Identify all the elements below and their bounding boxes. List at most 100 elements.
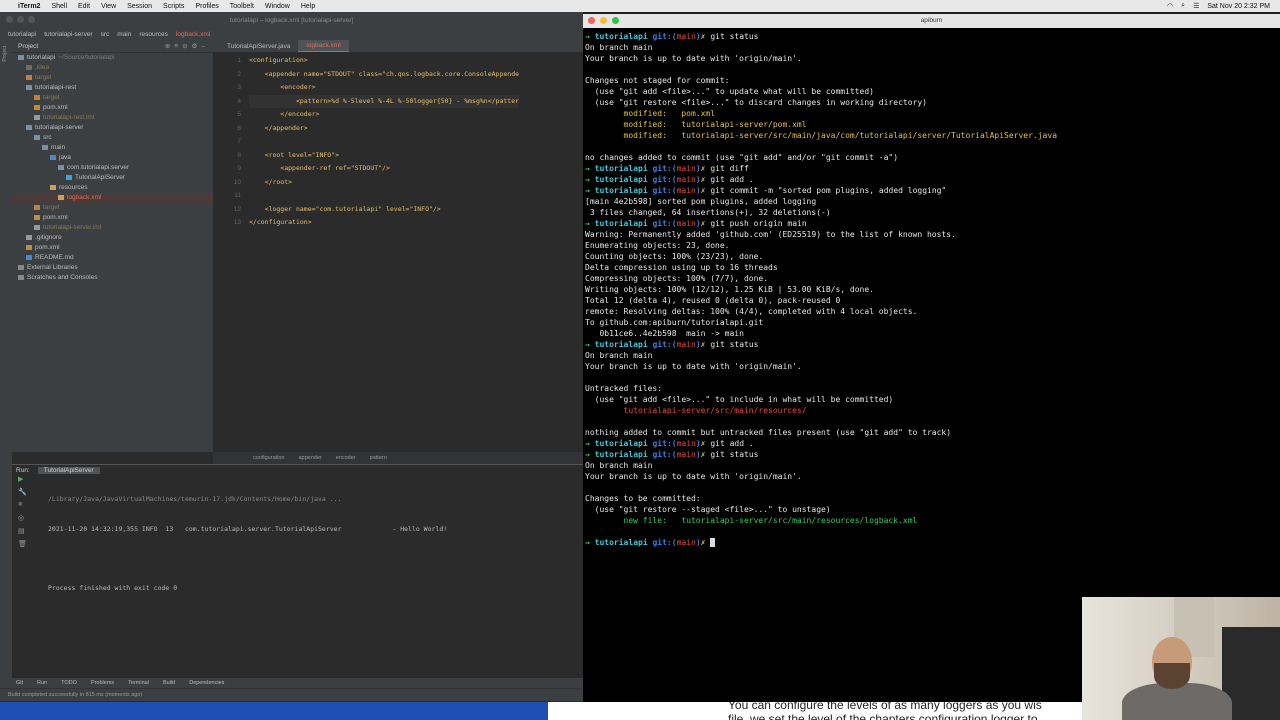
zoom-icon[interactable] [28, 16, 35, 23]
tree-item[interactable]: .gitignore [12, 233, 213, 243]
wifi-icon[interactable]: ◠ [1167, 2, 1173, 10]
editor-crumb[interactable]: configuration [253, 455, 285, 461]
minimize-icon[interactable] [17, 16, 24, 23]
folder-icon [42, 144, 48, 150]
tree-item[interactable]: tutorialapi-rest [12, 83, 213, 93]
menu-item[interactable]: Shell [51, 3, 67, 10]
minimize-icon[interactable] [600, 17, 607, 24]
terminal-line: On branch main [585, 351, 653, 360]
editor-crumb[interactable]: pattern [370, 455, 387, 461]
control-center-icon[interactable]: ☰ [1193, 2, 1199, 10]
tool-tab-run[interactable]: Run [37, 680, 47, 686]
tree-item[interactable]: .idea [12, 63, 213, 73]
tool-tab-dependencies[interactable]: Dependencies [189, 680, 224, 686]
breadcrumb-item[interactable]: src [101, 31, 110, 38]
run-tab[interactable]: TutorialApiServer [37, 466, 100, 474]
tool-tab-problems[interactable]: Problems [91, 680, 114, 686]
tree-item-label: pom.xml [43, 214, 68, 221]
rerun-icon[interactable]: ▶ [12, 475, 40, 488]
menu-item[interactable]: Window [265, 3, 290, 10]
breadcrumb-item[interactable]: logback.xml [176, 31, 210, 38]
prompt-branch: main [676, 32, 696, 41]
menu-item[interactable]: Scripts [163, 3, 184, 10]
folder-icon [58, 164, 64, 170]
terminal-output[interactable]: → tutorialapi git:(main)✗ git status On b… [585, 31, 1057, 548]
panel-tools-icon[interactable]: ⊕≡⊖⚙– [165, 42, 209, 50]
stop-icon[interactable]: ■ [12, 501, 40, 514]
terminal-cursor[interactable] [710, 538, 716, 547]
menu-item[interactable]: Toolbelt [230, 3, 254, 10]
tree-item[interactable]: target [12, 93, 213, 103]
tree-item[interactable]: resources [12, 183, 213, 193]
close-icon[interactable] [6, 16, 13, 23]
terminal-command: git add . [710, 175, 754, 184]
menu-item[interactable]: Help [301, 3, 315, 10]
terminal-line: Your branch is up to date with 'origin/m… [585, 362, 802, 371]
terminal-command: git add . [710, 439, 754, 448]
menu-item[interactable]: View [101, 3, 116, 10]
code-line: </encoder> [249, 110, 320, 118]
tool-tab-build[interactable]: Build [163, 680, 175, 686]
clock[interactable]: Sat Nov 20 2:32 PM [1207, 3, 1270, 10]
breadcrumb-item[interactable]: main [117, 31, 131, 38]
editor-crumb[interactable]: appender [299, 455, 322, 461]
editor-crumb[interactable]: encoder [336, 455, 356, 461]
tool-tab-terminal[interactable]: Terminal [128, 680, 149, 686]
code-editor[interactable]: TutorialApiServer.java logback.xml 12345… [213, 40, 583, 452]
menu-item[interactable]: Profiles [195, 3, 218, 10]
tool-tab-git[interactable]: Git [16, 680, 23, 686]
menu-item[interactable]: Edit [78, 3, 90, 10]
tree-item[interactable]: TutorialApiServer [12, 173, 213, 183]
tree-item[interactable]: main [12, 143, 213, 153]
prompt-dirty: ✗ [700, 186, 706, 195]
wrench-icon[interactable]: 🔧 [12, 488, 40, 501]
tree-item[interactable]: java [12, 153, 213, 163]
tree-item[interactable]: External Libraries [12, 263, 213, 273]
tree-item[interactable]: target [12, 73, 213, 83]
prompt-git: git:( [652, 175, 677, 184]
project-tool-button[interactable]: Project [2, 46, 8, 62]
terminal-command: git status [710, 450, 759, 459]
terminal-line: remote: Resolving deltas: 100% (4/4), co… [585, 307, 918, 316]
breadcrumb-item[interactable]: tutorialapi-server [44, 31, 92, 38]
tree-item[interactable]: target [12, 203, 213, 213]
tree-item[interactable]: tutorialapi-server.iml [12, 223, 213, 233]
close-icon[interactable] [588, 17, 595, 24]
tab-logback[interactable]: logback.xml [298, 40, 349, 52]
tree-item[interactable]: README.md [12, 253, 213, 263]
camera-icon[interactable]: ◎ [12, 514, 40, 527]
menu-app-name[interactable]: iTerm2 [18, 3, 40, 10]
menu-item[interactable]: Session [127, 3, 152, 10]
tree-item[interactable]: src [12, 133, 213, 143]
trash-icon[interactable]: 🗑 [12, 540, 40, 553]
terminal-line: (use "git add <file>..." to update what … [585, 87, 874, 96]
prompt-branch: main [676, 164, 696, 173]
breadcrumb-item[interactable]: resources [139, 31, 168, 38]
breadcrumb-item[interactable]: tutorialapi [8, 31, 36, 38]
tree-item[interactable]: Scratches and Consoles [12, 273, 213, 283]
tree-item[interactable]: pom.xml [12, 243, 213, 253]
terminal-line: (use "git add <file>..." to include in w… [585, 395, 894, 404]
tool-tab-todo[interactable]: TODO [61, 680, 77, 686]
layout-icon[interactable]: ▤ [12, 527, 40, 540]
prompt-dir: tutorialapi [594, 538, 648, 547]
run-output[interactable]: /Library/Java/JavaVirtualMachines/temuri… [48, 477, 447, 611]
tree-item[interactable]: pom.xml [12, 103, 213, 113]
tree-item[interactable]: tutorialapi ~/Source/tutorialapi [12, 53, 213, 63]
tree-item[interactable]: tutorialapi-server [12, 123, 213, 133]
prompt-dir: tutorialapi [594, 340, 648, 349]
folder-icon [34, 104, 40, 110]
tree-item[interactable]: tutorialapi-rest.iml [12, 113, 213, 123]
folder-icon [66, 174, 72, 180]
project-panel-title[interactable]: Project [18, 43, 38, 50]
tree-item[interactable]: pom.xml [12, 213, 213, 223]
tab-tutorialapiserver[interactable]: TutorialApiServer.java [219, 41, 298, 52]
zoom-icon[interactable] [612, 17, 619, 24]
code-content[interactable]: <configuration> <appender name="STDOUT" … [249, 54, 520, 230]
tree-item[interactable]: com.tutorialapi.server [12, 163, 213, 173]
search-icon[interactable]: ⌕ [1181, 2, 1185, 10]
folder-icon [58, 194, 64, 200]
tree-item[interactable]: logback.xml [12, 193, 213, 203]
code-line: <logger name="com.tutorialapi" level="IN… [249, 204, 441, 213]
